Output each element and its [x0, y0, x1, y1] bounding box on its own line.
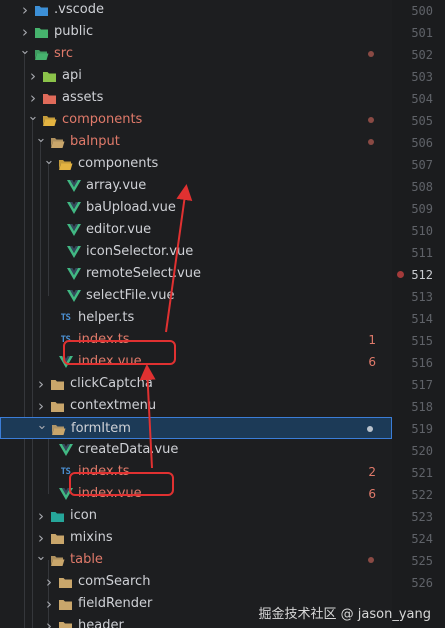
annotation-arrow-to-baupload: [165, 184, 193, 333]
highlight-box-formitem-index-vue: [69, 472, 174, 496]
highlight-box-bainput-index-vue: [63, 340, 176, 365]
watermark: 掘金技术社区 @ jason_yang: [258, 607, 431, 622]
annotation-arrow-to-index-vue: [139, 364, 156, 469]
annotation-overlay: [139, 184, 193, 469]
